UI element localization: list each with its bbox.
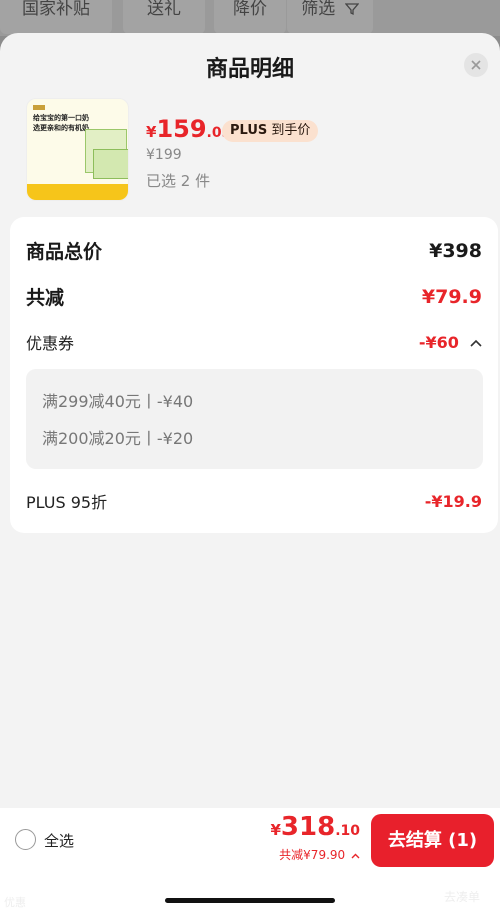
selected-quantity: 已选 2 件 [146, 172, 211, 190]
product-image[interactable]: 给宝宝的第一口奶 选更亲和的有机奶 109 [26, 98, 129, 201]
funnel-icon [344, 3, 360, 16]
filter-screen: 筛选 [287, 0, 373, 34]
product-box-shape [93, 149, 128, 179]
total-price: ¥ 318 .10 [270, 812, 360, 842]
discount-value: ¥79.9 [421, 285, 482, 308]
price-detail-card: 商品总价 ¥398 共减 ¥79.9 优惠券 -¥60 满299减40元丨-¥4… [10, 217, 498, 533]
close-button[interactable] [464, 53, 488, 77]
plus-discount-label: PLUS 95折 [26, 493, 108, 512]
saved-amount[interactable]: 共减¥79.90 [279, 846, 360, 863]
filter-gift: 送礼 [123, 0, 205, 34]
coupon-value: -¥60 [418, 332, 459, 352]
plus-price-badge: PLUS 到手价 [222, 120, 319, 142]
checkout-bar: 全选 ¥ 318 .10 共减¥79.90 去结算 (1) [0, 808, 500, 870]
plus-badge-suffix: 到手价 [271, 123, 311, 138]
brand-tag-shape [33, 105, 45, 110]
image-caption-1: 给宝宝的第一口奶 [33, 114, 89, 122]
coupon-item: 满200减20元丨-¥20 [42, 429, 194, 448]
total-row: 商品总价 ¥398 [26, 237, 482, 264]
close-icon [471, 60, 481, 70]
image-caption-2: 选更亲和的有机奶 [33, 124, 89, 132]
total-symbol: ¥ [270, 821, 281, 839]
checkout-button[interactable]: 去结算 (1) [371, 814, 494, 867]
filter-price-drop: 降价 [214, 0, 286, 34]
coupon-row[interactable]: 优惠券 -¥60 [26, 330, 482, 354]
original-price: ¥199 [146, 147, 182, 163]
home-indicator[interactable] [165, 898, 335, 903]
filter-label: 国家补贴 [22, 0, 90, 19]
plus-badge-prefix: PLUS [230, 123, 268, 138]
total-value: ¥398 [429, 239, 482, 262]
image-yellow-band [27, 184, 128, 200]
total-integer: 318 [280, 812, 336, 842]
filter-national-subsidy: 国家补贴 [0, 0, 112, 34]
coupon-label: 优惠券 [26, 334, 75, 353]
total-decimal: .10 [335, 823, 360, 839]
select-all-radio[interactable] [15, 829, 36, 850]
home-indicator-area: 优惠 去凑单 [0, 870, 500, 916]
sheet-title: 商品明细 [205, 57, 294, 82]
saved-text: 共减¥79.90 [279, 848, 346, 862]
ghost-text-right: 去凑单 [443, 890, 480, 904]
plus-discount-row: PLUS 95折 -¥19.9 [26, 489, 482, 513]
total-label: 商品总价 [26, 241, 103, 263]
filter-label: 送礼 [147, 0, 181, 19]
plus-discount-value: -¥19.9 [424, 491, 482, 511]
price-integer: 159 [156, 115, 207, 143]
coupon-item: 满299减40元丨-¥40 [42, 392, 194, 411]
discount-label: 共减 [26, 287, 65, 309]
discount-row: 共减 ¥79.9 [26, 283, 482, 310]
chevron-up-icon[interactable] [470, 339, 482, 347]
coupon-list: 满299减40元丨-¥40 满200减20元丨-¥20 [26, 369, 483, 469]
product-detail-sheet: 商品明细 给宝宝的第一口奶 选更亲和的有机奶 109 ¥ 159 .05 PLU… [0, 33, 500, 916]
chevron-up-icon [351, 853, 360, 858]
product-price: ¥ 159 .05 [146, 115, 231, 145]
filter-label: 筛选 [301, 0, 336, 19]
price-symbol: ¥ [146, 123, 157, 141]
background-filter-bar: 国家补贴 送礼 降价 筛选 [0, 0, 500, 36]
ghost-text-left: 优惠 [4, 896, 26, 909]
filter-label: 降价 [233, 0, 267, 19]
select-all-label[interactable]: 全选 [44, 830, 74, 851]
